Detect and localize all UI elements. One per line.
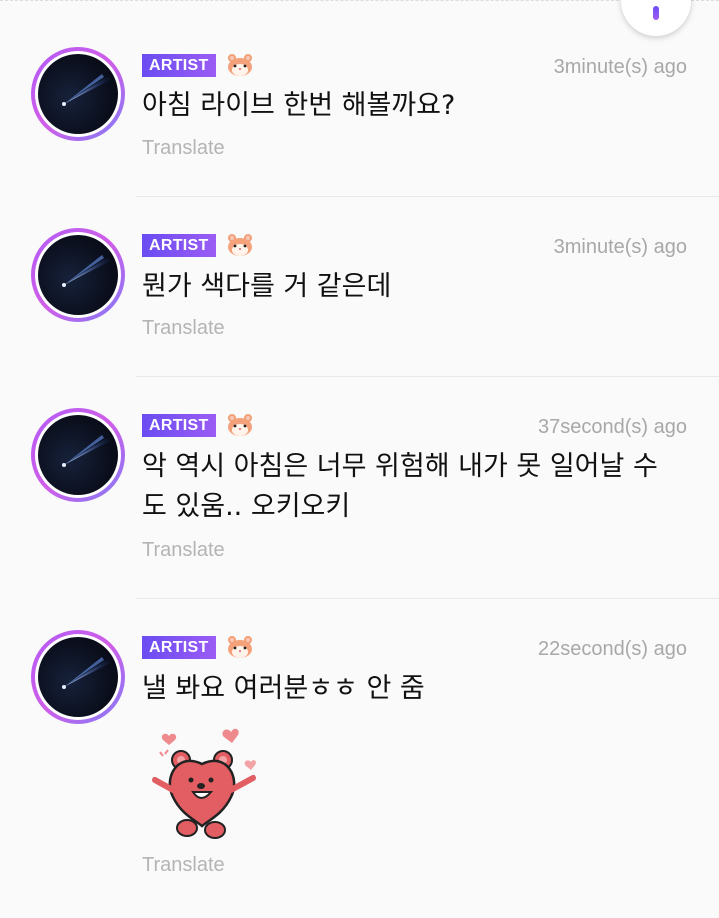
post-item: ARTIST 3minute(s) ago 아침 라이브 한번 해볼까요? Tr… xyxy=(0,0,719,197)
avatar[interactable] xyxy=(31,47,125,141)
avatar-image xyxy=(38,637,118,717)
avatar[interactable] xyxy=(31,228,125,322)
badge-row: ARTIST xyxy=(142,232,255,258)
translate-link[interactable]: Translate xyxy=(142,317,225,340)
artist-badge: ARTIST xyxy=(142,53,216,77)
message-text: 아침 라이브 한번 해볼까요? xyxy=(142,90,456,121)
avatar-image xyxy=(38,415,118,495)
hamster-icon xyxy=(227,54,252,76)
avatar-image xyxy=(38,235,118,315)
artist-badge: ARTIST xyxy=(142,233,216,257)
bear-sticker[interactable] xyxy=(143,722,268,842)
message-text: 악 역시 아침은 너무 위험해 내가 못 일어날 수도 있움.. 오키오키 xyxy=(142,451,658,522)
timestamp: 3minute(s) ago xyxy=(553,56,687,78)
message-text: 낼 봐요 여러분ㅎㅎ 안 줌 xyxy=(142,673,425,704)
artist-badge: ARTIST xyxy=(142,635,216,659)
artist-badge: ARTIST xyxy=(142,413,216,437)
avatar[interactable] xyxy=(31,408,125,502)
timestamp: 37second(s) ago xyxy=(538,416,687,438)
avatar[interactable] xyxy=(31,630,125,724)
timestamp: 22second(s) ago xyxy=(538,638,687,660)
translate-link[interactable]: Translate xyxy=(142,854,225,877)
message-text: 뭔가 색다를 거 같은데 xyxy=(142,271,392,302)
post-item: ARTIST 37second(s) ago 악 역시 아침은 너무 위험해 내… xyxy=(0,377,719,599)
badge-row: ARTIST xyxy=(142,634,255,660)
badge-row: ARTIST xyxy=(142,412,255,438)
hamster-icon xyxy=(227,234,252,256)
artist-feed: ARTIST 3minute(s) ago 아침 라이브 한번 해볼까요? Tr… xyxy=(0,0,719,918)
post-item: ARTIST 3minute(s) ago 뭔가 색다를 거 같은데 Trans… xyxy=(0,197,719,377)
translate-link[interactable]: Translate xyxy=(142,137,225,160)
avatar-image xyxy=(38,54,118,134)
translate-link[interactable]: Translate xyxy=(142,539,225,562)
badge-row: ARTIST xyxy=(142,52,255,78)
hamster-icon xyxy=(227,636,252,658)
hamster-icon xyxy=(227,414,252,436)
post-item: ARTIST 22second(s) ago 낼 봐요 여러분ㅎㅎ 안 줌 Tr… xyxy=(0,599,719,918)
timestamp: 3minute(s) ago xyxy=(553,236,687,258)
